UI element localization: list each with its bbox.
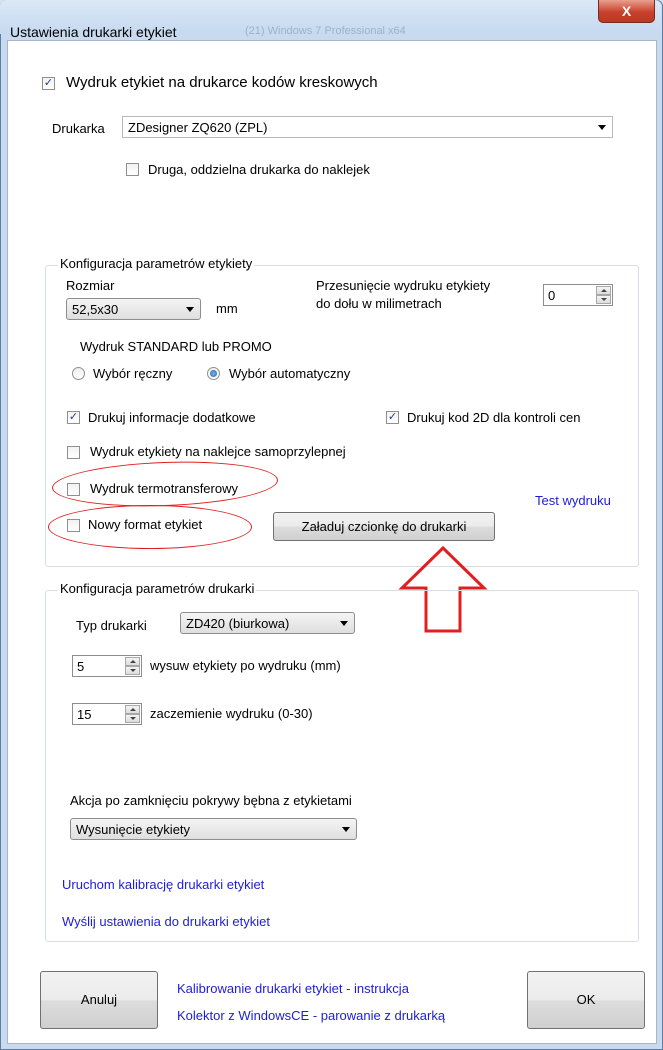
chevron-down-icon: [186, 307, 194, 312]
label-config-group-title: Konfiguracja parametrów etykiety: [58, 256, 255, 271]
offset-label-line1: Przesunięcie wydruku etykiety: [316, 278, 491, 293]
chevron-down-icon: [598, 125, 606, 130]
ok-button[interactable]: OK: [527, 971, 645, 1029]
chevron-down-icon: [342, 827, 350, 832]
spin-down-icon[interactable]: [125, 714, 140, 723]
offset-spinner[interactable]: 0: [543, 284, 613, 306]
radio-auto-label: Wybór automatyczny: [229, 366, 351, 381]
feed-value: 5: [77, 659, 85, 674]
size-unit: mm: [216, 301, 238, 316]
action-value: Wysunięcie etykiety: [76, 822, 191, 837]
send-settings-link[interactable]: Wyślij ustawienia do drukarki etykiet: [62, 914, 270, 929]
size-label: Rozmiar: [66, 278, 115, 293]
second-printer-checkbox[interactable]: [126, 163, 139, 176]
radio-manual[interactable]: [72, 367, 85, 380]
load-font-button[interactable]: Załaduj czcionkę do drukarki: [273, 512, 495, 541]
code2d-label: Drukuj kod 2D dla kontroli cen: [407, 410, 581, 425]
extra-info-checkbox[interactable]: ✓: [67, 411, 80, 424]
printer-label: Drukarka: [52, 121, 105, 136]
calibrate-link[interactable]: Uruchom kalibrację drukarki etykiet: [62, 877, 264, 892]
window-title: Ustawienia drukarki etykiet: [10, 24, 177, 40]
spin-up-icon[interactable]: [596, 286, 611, 295]
darkness-label: zaczemienie wydruku (0-30): [150, 706, 313, 721]
windowsce-pairing-link[interactable]: Kolektor z WindowsCE - parowanie z druka…: [177, 1008, 445, 1023]
extra-info-label: Drukuj informacje dodatkowe: [88, 410, 256, 425]
spin-up-icon[interactable]: [125, 657, 140, 666]
printer-type-select[interactable]: ZD420 (biurkowa): [180, 612, 355, 634]
new-format-checkbox[interactable]: [67, 519, 80, 532]
darkness-value: 15: [77, 707, 92, 722]
darkness-spinner[interactable]: 15: [72, 703, 142, 725]
spin-down-icon[interactable]: [596, 295, 611, 304]
code2d-checkbox[interactable]: ✓: [386, 411, 399, 424]
action-select[interactable]: Wysunięcie etykiety: [70, 818, 357, 840]
printer-config-group-title: Konfiguracja parametrów drukarki: [58, 581, 257, 596]
test-print-link[interactable]: Test wydruku: [535, 493, 611, 508]
sticker-label: Wydruk etykiety na naklejce samoprzylepn…: [90, 444, 346, 459]
thermo-label: Wydruk termotransferowy: [90, 481, 238, 496]
printer-type-label: Typ drukarki: [76, 618, 147, 633]
offset-label-line2: do dołu w milimetrach: [316, 296, 442, 311]
radio-manual-label: Wybór ręczny: [93, 366, 173, 381]
printer-select[interactable]: ZDesigner ZQ620 (ZPL): [122, 116, 613, 138]
chevron-down-icon: [340, 621, 348, 626]
action-label: Akcja po zamknięciu pokrywy bębna z etyk…: [70, 793, 352, 808]
close-icon: X: [621, 3, 632, 19]
size-select-value: 52,5x30: [72, 302, 119, 317]
feed-label: wysuw etykiety po wydruku (mm): [150, 658, 341, 673]
second-printer-label: Druga, oddzielna drukarka do naklejek: [148, 162, 370, 177]
cancel-button[interactable]: Anuluj: [40, 971, 158, 1029]
thermo-checkbox[interactable]: [67, 483, 80, 496]
printer-type-value: ZD420 (biurkowa): [186, 616, 290, 631]
sticker-checkbox[interactable]: [67, 446, 80, 459]
calibration-instructions-link[interactable]: Kalibrowanie drukarki etykiet - instrukc…: [177, 981, 409, 996]
barcode-print-label: Wydruk etykiet na drukarce kodów kreskow…: [66, 74, 378, 91]
size-select[interactable]: 52,5x30: [66, 298, 201, 320]
feed-spinner[interactable]: 5: [72, 655, 142, 677]
spin-up-icon[interactable]: [125, 705, 140, 714]
print-mode-title: Wydruk STANDARD lub PROMO: [80, 339, 272, 354]
background-window-title: (21) Windows 7 Professional x64: [245, 25, 406, 37]
radio-auto[interactable]: [207, 367, 220, 380]
new-format-label: Nowy format etykiet: [88, 517, 203, 532]
printer-select-value: ZDesigner ZQ620 (ZPL): [128, 120, 268, 135]
close-button[interactable]: X: [598, 0, 655, 23]
spin-down-icon[interactable]: [125, 666, 140, 675]
offset-value: 0: [548, 288, 556, 303]
barcode-print-checkbox[interactable]: ✓: [42, 77, 55, 90]
